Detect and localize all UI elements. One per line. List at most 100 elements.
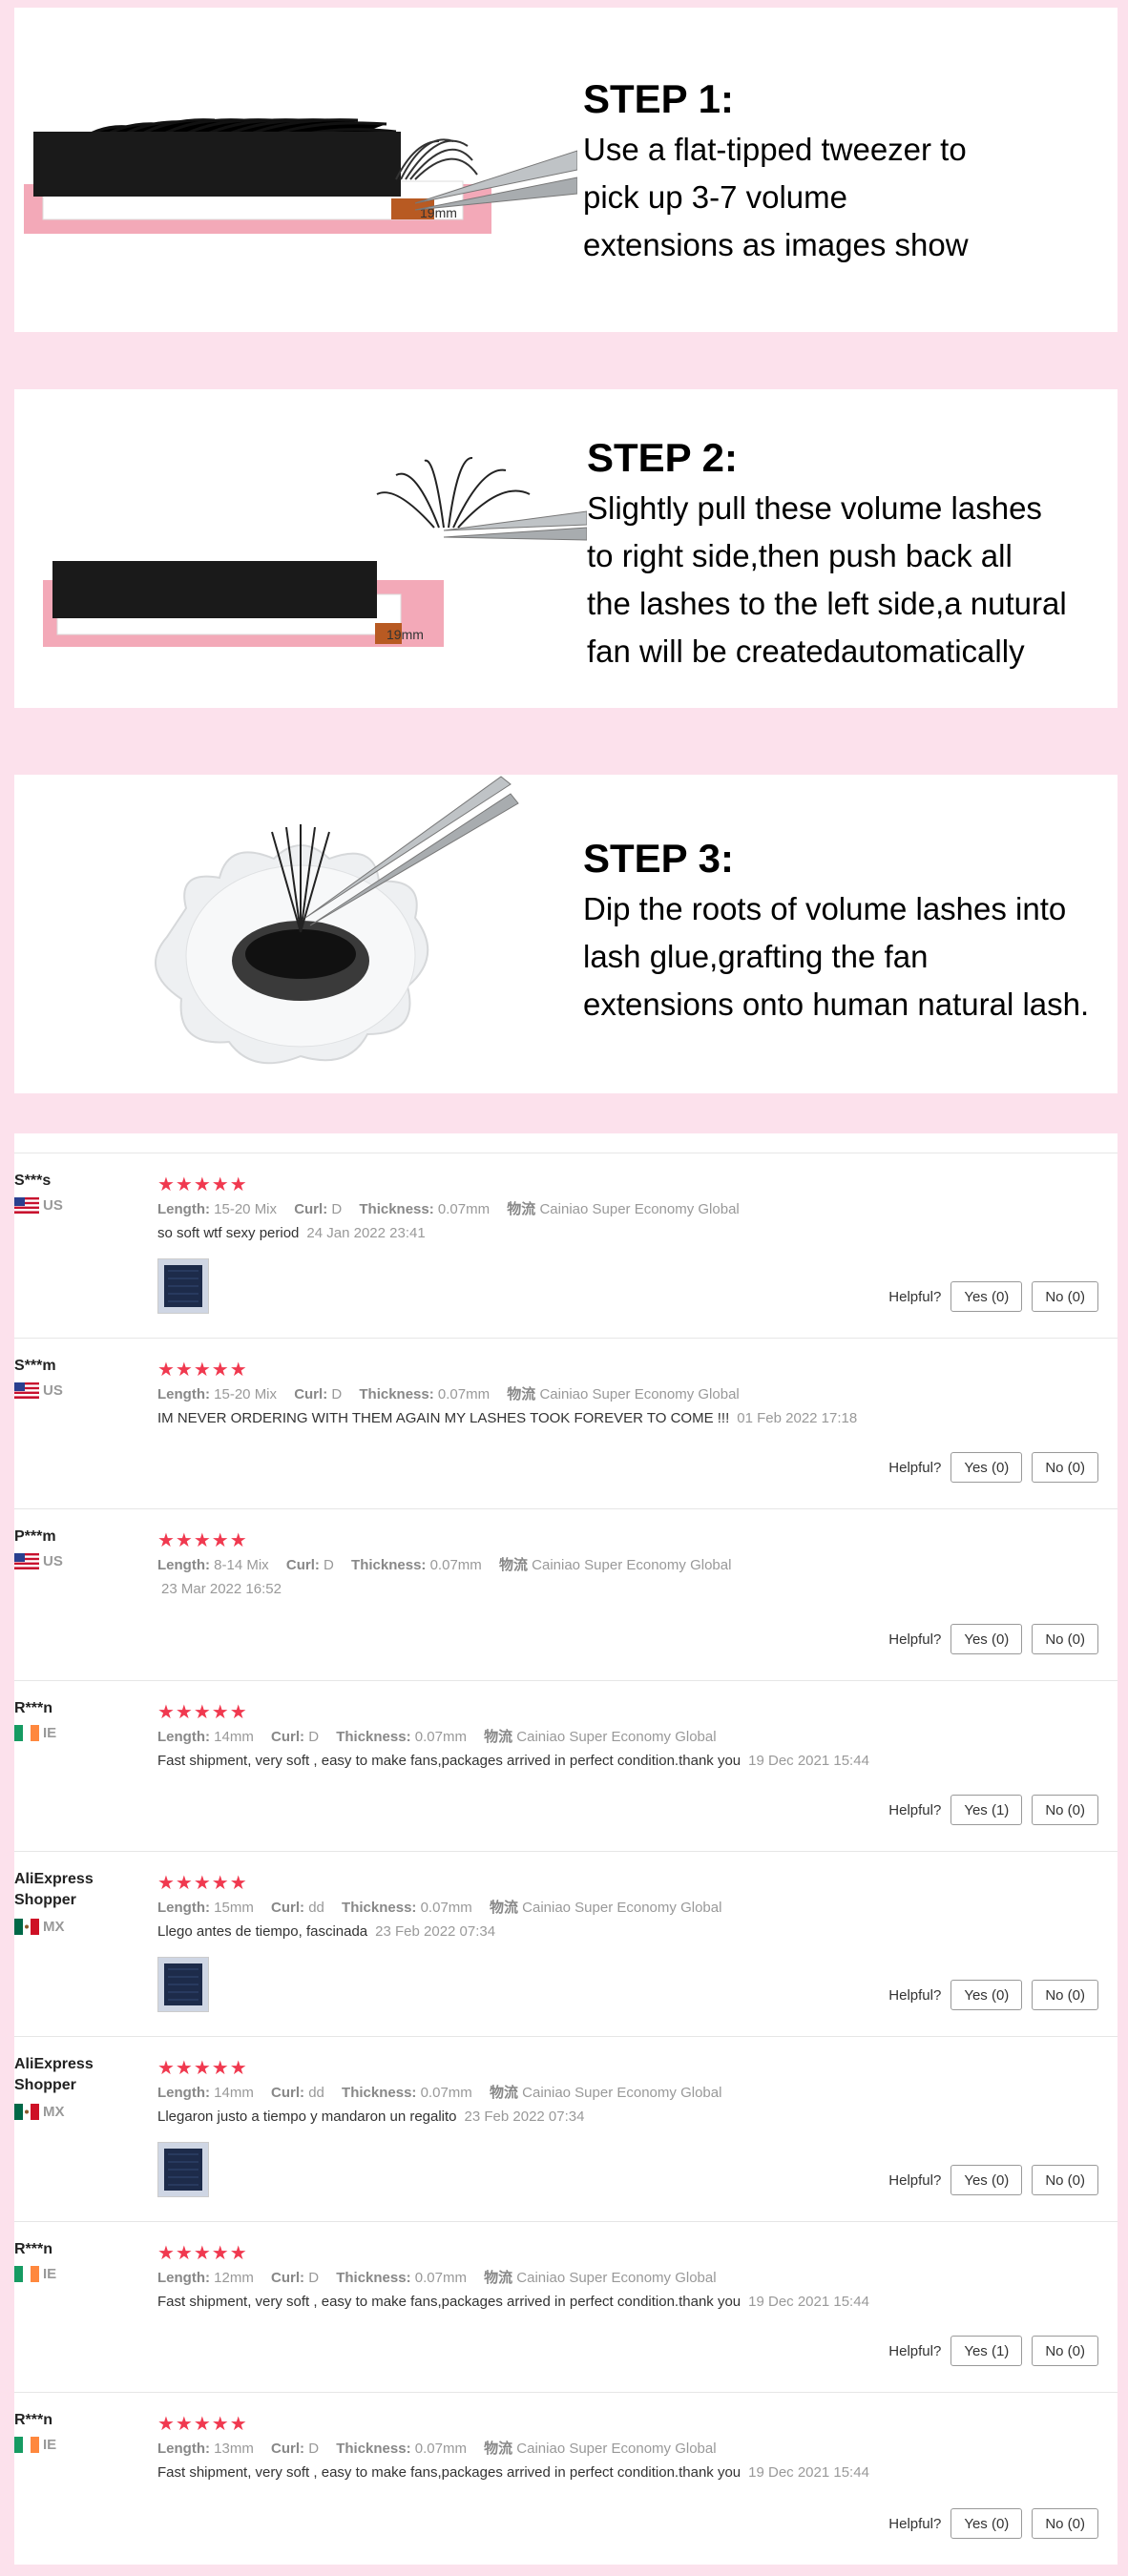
helpful-no-button[interactable]: No (0) [1032, 2336, 1098, 2366]
thickness-label: Thickness: [336, 2441, 411, 2457]
reviewer-name: P***m [14, 1528, 56, 1545]
length-value: 13mm [214, 2441, 254, 2457]
length-label: Length: [157, 2085, 210, 2101]
helpful-yes-button[interactable]: Yes (1) [950, 1795, 1023, 1825]
helpful-no-button[interactable]: No (0) [1032, 1281, 1098, 1312]
length-value: 14mm [214, 1729, 254, 1745]
review-photo-thumbnail[interactable] [157, 1258, 209, 1314]
step-2-line-4: fan will be createdautomatically [587, 634, 1025, 669]
country-code: US [43, 1553, 63, 1569]
rating-stars: ★★★★★ [157, 1360, 248, 1381]
review-comment: Fast shipment, very soft , easy to make … [157, 2294, 869, 2310]
country-flag-icon [14, 1725, 39, 1741]
helpful-no-button[interactable]: No (0) [1032, 2165, 1098, 2195]
helpful-row: Helpful? Yes (0) No (0) [888, 1281, 1098, 1312]
country-code: MX [43, 1919, 65, 1935]
step-2-card: 19mm STEP 2: Slightly pull these volume … [14, 389, 1118, 708]
helpful-row: Helpful? Yes (0) No (0) [888, 1980, 1098, 2010]
helpful-row: Helpful? Yes (0) No (0) [888, 1452, 1098, 1483]
rating-stars: ★★★★★ [157, 2414, 248, 2435]
review-attributes: Length: 15-20 Mix Curl: D Thickness: 0.0… [157, 1198, 740, 1218]
curl-value: D [331, 1201, 343, 1217]
country-flag-icon [14, 2104, 39, 2120]
reviewer-country: US [14, 1382, 63, 1399]
step-2-size-label: 19mm [386, 627, 424, 642]
helpful-row: Helpful? Yes (0) No (0) [888, 1624, 1098, 1654]
shipping-value: Cainiao Super Economy Global [532, 1557, 732, 1573]
comment-text: Llegaron justo a tiempo y mandaron un re… [157, 2109, 457, 2125]
thickness-value: 0.07mm [420, 2085, 472, 2101]
rating-stars: ★★★★★ [157, 1702, 248, 1723]
shipping-value: Cainiao Super Economy Global [522, 2085, 722, 2101]
helpful-label: Helpful? [888, 1801, 942, 1818]
country-code: MX [43, 2104, 65, 2120]
review-comment: so soft wtf sexy period 24 Jan 2022 23:41 [157, 1225, 426, 1241]
helpful-no-button[interactable]: No (0) [1032, 1980, 1098, 2010]
helpful-yes-button[interactable]: Yes (1) [950, 2336, 1023, 2366]
curl-value: dd [308, 2085, 324, 2101]
helpful-yes-button[interactable]: Yes (0) [950, 1452, 1023, 1483]
country-flag-icon [14, 1197, 39, 1214]
review-item: AliExpress Shopper MX ★★★★★ Length: 15mm… [14, 1851, 1118, 2037]
helpful-no-button[interactable]: No (0) [1032, 1795, 1098, 1825]
review-comment: IM NEVER ORDERING WITH THEM AGAIN MY LAS… [157, 1410, 857, 1426]
review-comment: Llego antes de tiempo, fascinada 23 Feb 2… [157, 1923, 495, 1940]
review-date: 01 Feb 2022 17:18 [737, 1410, 858, 1426]
thickness-label: Thickness: [359, 1386, 434, 1402]
comment-text: Fast shipment, very soft , easy to make … [157, 2294, 742, 2310]
length-value: 15-20 Mix [214, 1386, 278, 1402]
shipping-value: Cainiao Super Economy Global [516, 1729, 717, 1745]
helpful-label: Helpful? [888, 1459, 942, 1476]
helpful-label: Helpful? [888, 1631, 942, 1648]
country-flag-icon [14, 1919, 39, 1935]
country-flag-icon [14, 1553, 39, 1569]
helpful-row: Helpful? Yes (1) No (0) [888, 1795, 1098, 1825]
shipping-label: 物流 [507, 1201, 536, 1217]
country-code: IE [43, 2266, 57, 2282]
shipping-label: 物流 [484, 1729, 513, 1745]
helpful-row: Helpful? Yes (0) No (0) [888, 2165, 1098, 2195]
reviewer-country: IE [14, 1725, 56, 1741]
glue-ring-illustration [155, 776, 519, 1065]
helpful-label: Helpful? [888, 2171, 942, 2189]
rating-stars: ★★★★★ [157, 1530, 248, 1551]
comment-text: Fast shipment, very soft , easy to make … [157, 2464, 742, 2481]
review-photo-thumbnail[interactable] [157, 1957, 209, 2012]
helpful-yes-button[interactable]: Yes (0) [950, 2508, 1023, 2539]
helpful-no-button[interactable]: No (0) [1032, 1452, 1098, 1483]
helpful-no-button[interactable]: No (0) [1032, 1624, 1098, 1654]
helpful-yes-button[interactable]: Yes (0) [950, 1624, 1023, 1654]
helpful-yes-button[interactable]: Yes (0) [950, 1281, 1023, 1312]
review-attributes: Length: 15mm Curl: dd Thickness: 0.07mm … [157, 1897, 721, 1917]
length-value: 8-14 Mix [214, 1557, 269, 1573]
length-label: Length: [157, 1201, 210, 1217]
thickness-label: Thickness: [351, 1557, 427, 1573]
reviewer-country: IE [14, 2266, 56, 2282]
step-2-title: STEP 2: [587, 435, 738, 480]
helpful-no-button[interactable]: No (0) [1032, 2508, 1098, 2539]
review-item: R***n IE ★★★★★ Length: 13mm Curl: D Thic… [14, 2392, 1118, 2566]
review-photo-thumbnail[interactable] [157, 2142, 209, 2197]
reviewer-name: R***n [14, 1700, 53, 1716]
step-1-line-1: Use a flat-tipped tweezer to [583, 132, 967, 167]
helpful-yes-button[interactable]: Yes (0) [950, 2165, 1023, 2195]
step-1-line-2: pick up 3-7 volume [583, 179, 847, 215]
thickness-value: 0.07mm [437, 1201, 491, 1217]
curl-value: D [324, 1557, 334, 1573]
shipping-label: 物流 [489, 1900, 518, 1916]
comment-text: Fast shipment, very soft , easy to make … [157, 1753, 742, 1769]
thickness-label: Thickness: [342, 2085, 417, 2101]
step-1-card: 19mm STEP 1: Use a flat-tipped tweezer t… [14, 8, 1118, 332]
helpful-label: Helpful? [888, 1986, 942, 2004]
lash-strip-tweezer-illustration: 19mm [24, 118, 577, 234]
comment-text: IM NEVER ORDERING WITH THEM AGAIN MY LAS… [157, 1410, 730, 1426]
step-1-line-3: extensions as images show [583, 227, 969, 262]
reviewer-name: S***m [14, 1358, 56, 1374]
reviewer-name: R***n [14, 2412, 53, 2428]
length-label: Length: [157, 1900, 210, 1916]
curl-label: Curl: [294, 1386, 328, 1402]
comment-text: so soft wtf sexy period [157, 1225, 300, 1241]
shipping-label: 物流 [484, 2270, 513, 2286]
helpful-yes-button[interactable]: Yes (0) [950, 1980, 1023, 2010]
reviewer-country: US [14, 1197, 63, 1214]
